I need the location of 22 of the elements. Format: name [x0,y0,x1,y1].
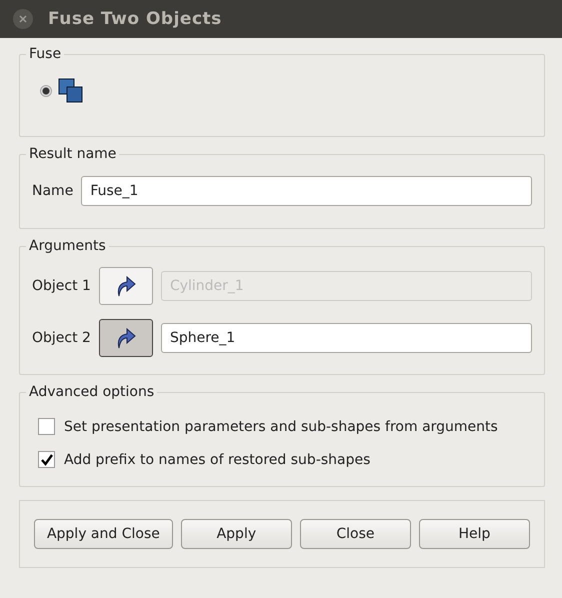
dialog-button[interactable]: Apply [180,519,292,549]
group-title: Fuse [28,46,62,62]
checkbox-label: Add prefix to names of restored sub-shapes [64,452,370,468]
group-title: Arguments [28,238,107,254]
checkbox-label: Set presentation parameters and sub-shapes from arguments [64,418,498,434]
dialog-button[interactable]: Close [300,519,411,549]
group-title: Advanced options [28,384,156,400]
field-label: Object 1 [32,278,91,294]
dialog-button[interactable]: Help [418,519,530,549]
close-icon[interactable] [12,8,34,30]
field-label: Object 2 [32,330,91,346]
group-title: Result name [28,146,118,162]
fuse-icon [58,78,84,104]
object-field[interactable]: Sphere_1 [160,323,532,353]
radio-button[interactable] [40,85,52,97]
select-button[interactable] [98,319,153,357]
checkbox[interactable] [38,451,55,468]
field-label: Name [32,183,74,199]
checkbox[interactable] [38,418,55,435]
dialog-button[interactable]: Apply and Close [34,519,173,549]
name-field[interactable]: Fuse_1 [81,176,532,206]
window-title: Fuse Two Objects [48,9,222,29]
